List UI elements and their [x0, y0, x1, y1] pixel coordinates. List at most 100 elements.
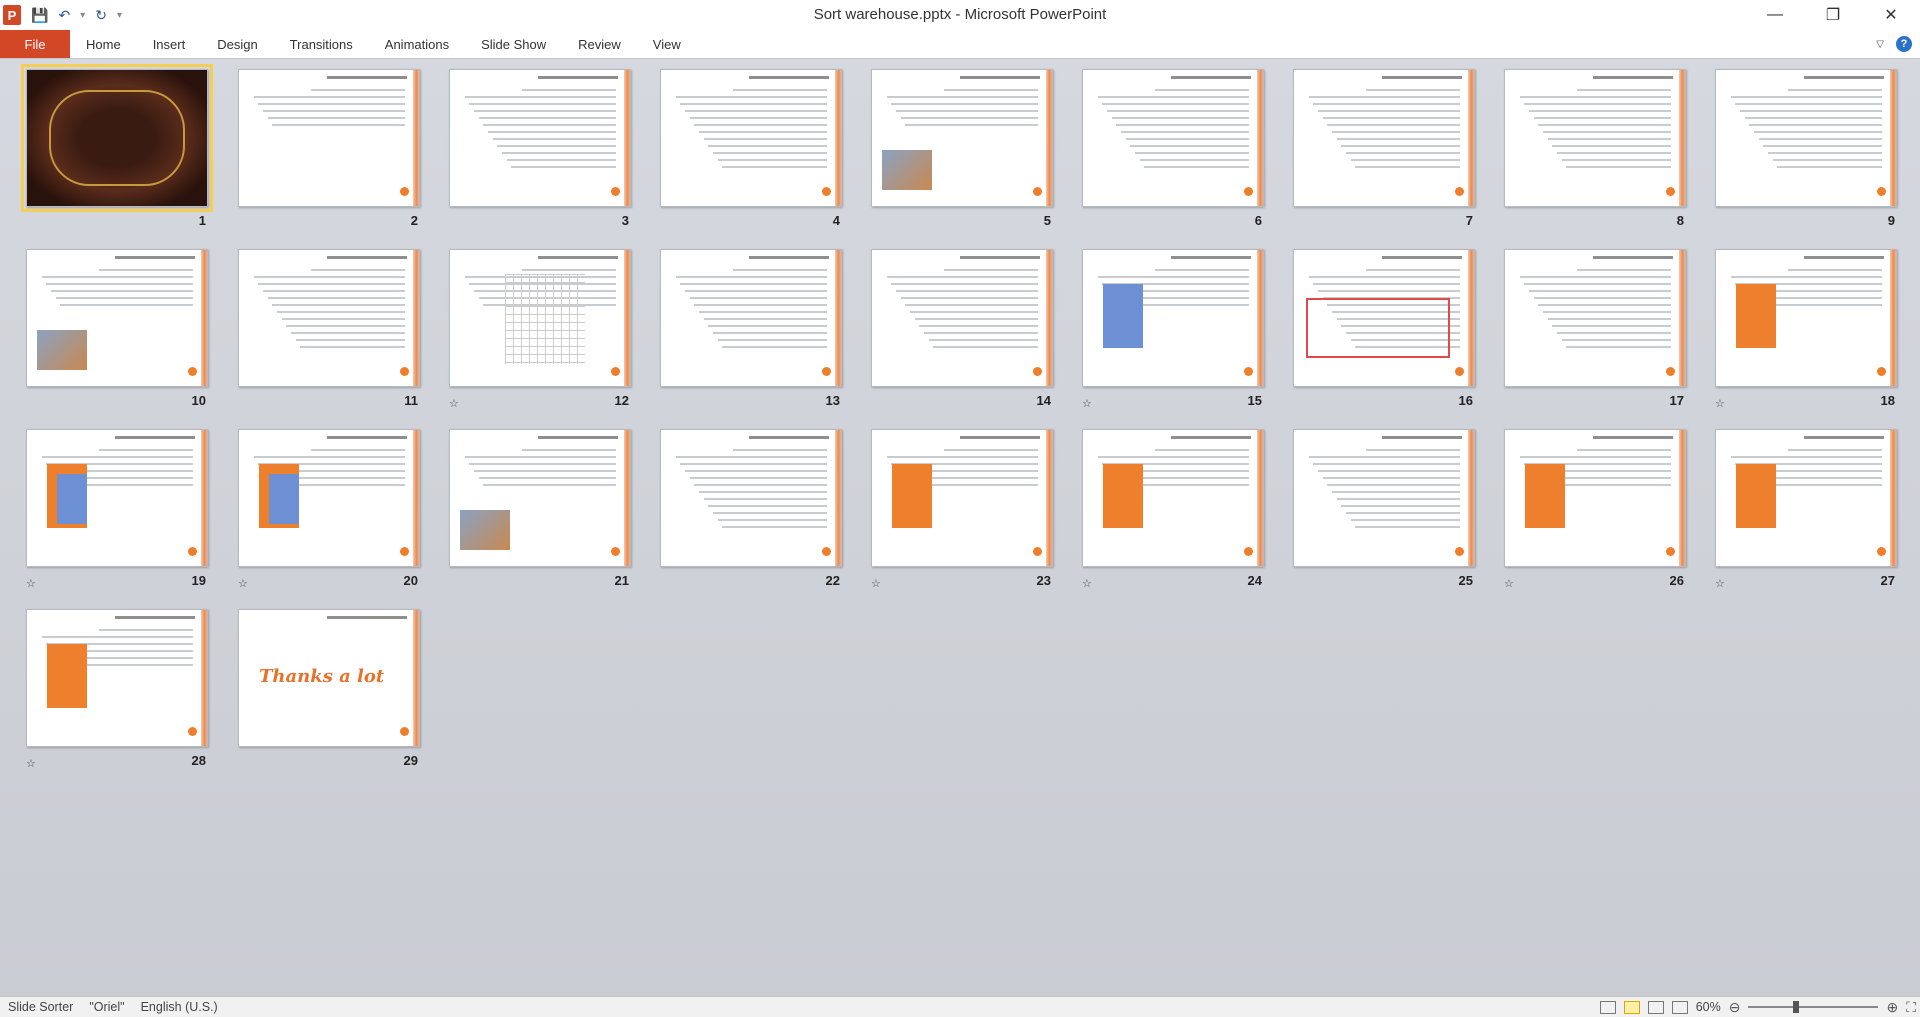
slide-preview[interactable] — [1082, 249, 1264, 387]
zoom-out-icon[interactable]: ⊖ — [1729, 999, 1741, 1016]
slide-preview[interactable] — [871, 249, 1053, 387]
slide-preview[interactable] — [449, 429, 631, 567]
animation-star-icon[interactable]: ☆ — [26, 757, 36, 770]
status-theme[interactable]: "Oriel" — [81, 1000, 132, 1014]
slide-thumbnail-2[interactable]: 2 — [238, 69, 420, 228]
slide-preview[interactable] — [1715, 249, 1897, 387]
slide-preview[interactable] — [660, 429, 842, 567]
slide-show-view-button[interactable] — [1671, 1000, 1688, 1014]
restore-icon[interactable]: ❐ — [1804, 0, 1862, 30]
slide-preview[interactable] — [238, 429, 420, 567]
slide-thumbnail-27[interactable]: 27 ☆ — [1715, 429, 1897, 590]
slide-thumbnail-9[interactable]: 9 — [1715, 69, 1897, 228]
minimize-icon[interactable]: — — [1746, 0, 1804, 30]
slide-preview[interactable] — [21, 64, 213, 212]
slide-sorter-view-button[interactable] — [1623, 1000, 1640, 1014]
slide-thumbnail-25[interactable]: 25 — [1293, 429, 1475, 588]
save-icon[interactable]: 💾 — [31, 7, 48, 24]
slide-thumbnail-4[interactable]: 4 — [660, 69, 842, 228]
slide-sorter-pane[interactable]: 1 2 3 4 5 6 7 8 9 10 11 12 ☆ 13 14 15 ☆ 16 17 18 ☆ 19 ☆ 20 ☆ 21 22… — [0, 59, 1920, 996]
slide-preview[interactable] — [1293, 249, 1475, 387]
slide-thumbnail-7[interactable]: 7 — [1293, 69, 1475, 228]
slide-preview[interactable] — [449, 69, 631, 207]
slide-thumbnail-3[interactable]: 3 — [449, 69, 631, 228]
slide-thumbnail-5[interactable]: 5 — [871, 69, 1053, 228]
zoom-level[interactable]: 60% — [1696, 1000, 1721, 1014]
zoom-slider-knob[interactable] — [1793, 1001, 1800, 1013]
tab-file[interactable]: File — [0, 30, 70, 58]
status-language[interactable]: English (U.S.) — [133, 1000, 226, 1014]
tab-view[interactable]: View — [637, 30, 697, 58]
tab-home[interactable]: Home — [70, 30, 137, 58]
animation-star-icon[interactable]: ☆ — [449, 397, 459, 410]
tab-transitions[interactable]: Transitions — [274, 30, 369, 58]
close-icon[interactable]: ✕ — [1862, 0, 1920, 30]
slide-thumbnail-16[interactable]: 16 — [1293, 249, 1475, 408]
animation-star-icon[interactable]: ☆ — [1715, 397, 1725, 410]
undo-icon[interactable]: ↶ — [58, 7, 70, 24]
slide-thumbnail-15[interactable]: 15 ☆ — [1082, 249, 1264, 410]
slide-thumbnail-21[interactable]: 21 — [449, 429, 631, 588]
slide-thumbnail-1[interactable]: 1 — [21, 64, 213, 228]
slide-preview[interactable] — [871, 69, 1053, 207]
slide-preview[interactable] — [1293, 429, 1475, 567]
tab-insert[interactable]: Insert — [137, 30, 202, 58]
slide-preview[interactable] — [1504, 429, 1686, 567]
animation-star-icon[interactable]: ☆ — [1082, 577, 1092, 590]
zoom-in-icon[interactable]: ⊕ — [1886, 999, 1898, 1016]
tab-review[interactable]: Review — [562, 30, 637, 58]
slide-preview[interactable] — [26, 249, 208, 387]
slide-preview[interactable] — [660, 69, 842, 207]
slide-preview[interactable] — [871, 429, 1053, 567]
slide-thumbnail-6[interactable]: 6 — [1082, 69, 1264, 228]
slide-preview[interactable] — [26, 609, 208, 747]
slide-preview[interactable] — [238, 69, 420, 207]
animation-star-icon[interactable]: ☆ — [26, 577, 36, 590]
slide-preview[interactable] — [1504, 249, 1686, 387]
slide-thumbnail-10[interactable]: 10 — [26, 249, 208, 408]
animation-star-icon[interactable]: ☆ — [238, 577, 248, 590]
ribbon-expand-icon[interactable]: ▽ — [1876, 39, 1884, 50]
slide-thumbnail-26[interactable]: 26 ☆ — [1504, 429, 1686, 590]
animation-star-icon[interactable]: ☆ — [1504, 577, 1514, 590]
powerpoint-app-icon[interactable]: P — [3, 5, 21, 25]
zoom-slider[interactable] — [1748, 1001, 1879, 1013]
tab-slide-show[interactable]: Slide Show — [465, 30, 562, 58]
slide-preview[interactable] — [1082, 429, 1264, 567]
slide-thumbnail-28[interactable]: 28 ☆ — [26, 609, 208, 770]
slide-preview[interactable] — [1082, 69, 1264, 207]
slide-thumbnail-11[interactable]: 11 — [238, 249, 420, 408]
slide-preview[interactable] — [1504, 69, 1686, 207]
slide-thumbnail-23[interactable]: 23 ☆ — [871, 429, 1053, 590]
slide-preview[interactable] — [660, 249, 842, 387]
slide-preview[interactable] — [1715, 429, 1897, 567]
redo-icon[interactable]: ↻ — [95, 7, 107, 24]
slide-thumbnail-19[interactable]: 19 ☆ — [26, 429, 208, 590]
customize-qat-icon[interactable]: ▾ — [117, 10, 122, 21]
slide-preview[interactable] — [449, 249, 631, 387]
slide-thumbnail-18[interactable]: 18 ☆ — [1715, 249, 1897, 410]
slide-preview[interactable]: Thanks a lot — [238, 609, 420, 747]
slide-thumbnail-8[interactable]: 8 — [1504, 69, 1686, 228]
tab-animations[interactable]: Animations — [369, 30, 465, 58]
slide-preview[interactable] — [26, 429, 208, 567]
slide-thumbnail-12[interactable]: 12 ☆ — [449, 249, 631, 410]
help-icon[interactable]: ? — [1896, 36, 1912, 52]
slide-thumbnail-29[interactable]: Thanks a lot 29 — [238, 609, 420, 768]
slide-thumbnail-13[interactable]: 13 — [660, 249, 842, 408]
slide-thumbnail-14[interactable]: 14 — [871, 249, 1053, 408]
tab-design[interactable]: Design — [201, 30, 273, 58]
fit-to-window-icon[interactable]: ⛶ — [1906, 999, 1916, 1016]
slide-thumbnail-20[interactable]: 20 ☆ — [238, 429, 420, 590]
normal-view-button[interactable] — [1599, 1000, 1616, 1014]
slide-thumbnail-22[interactable]: 22 — [660, 429, 842, 588]
slide-preview[interactable] — [1293, 69, 1475, 207]
undo-dropdown-icon[interactable]: ▾ — [80, 10, 85, 21]
slide-preview[interactable] — [238, 249, 420, 387]
animation-star-icon[interactable]: ☆ — [1082, 397, 1092, 410]
animation-star-icon[interactable]: ☆ — [1715, 577, 1725, 590]
animation-star-icon[interactable]: ☆ — [871, 577, 881, 590]
slide-thumbnail-24[interactable]: 24 ☆ — [1082, 429, 1264, 590]
reading-view-button[interactable] — [1647, 1000, 1664, 1014]
slide-preview[interactable] — [1715, 69, 1897, 207]
